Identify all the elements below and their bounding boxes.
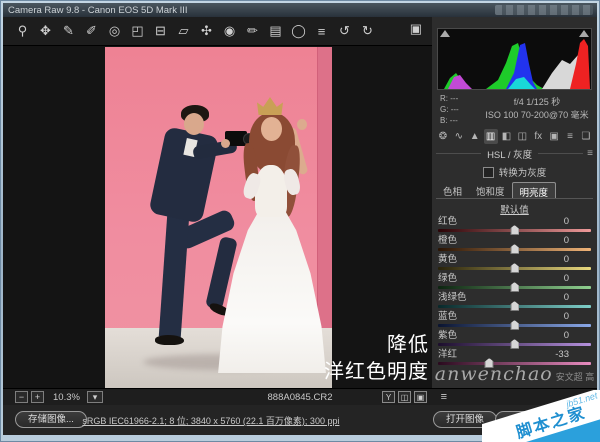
exif-readout: R: --- G: --- B: --- f/4 1/125 秒 ISO 100… (437, 93, 592, 127)
snapshots-panel-icon[interactable]: ❏ (579, 129, 593, 144)
tab-luminance[interactable]: 明亮度 (511, 182, 557, 199)
panel-title: HSL / 灰度 (487, 149, 533, 161)
detail-panel-icon[interactable]: ▲ (468, 129, 482, 144)
targeted-adjustment-tool-icon[interactable]: ◎ (103, 21, 126, 41)
groom-shoe (155, 335, 184, 345)
hsl-tabs: 色相 饱和度 明亮度 (436, 182, 593, 199)
bride-crown (257, 97, 283, 115)
groom-head (184, 113, 204, 135)
camera-calibration-panel-icon[interactable]: ▣ (547, 129, 561, 144)
bride-gown (218, 207, 326, 373)
shadow-clipping-icon[interactable] (440, 30, 450, 37)
hand-tool-icon[interactable]: ✥ (34, 21, 57, 41)
effects-panel-icon[interactable]: fx (531, 129, 545, 144)
before-after-toggle-icon[interactable]: Y (382, 391, 395, 403)
tone-curve-panel-icon[interactable]: ∿ (452, 129, 466, 144)
highlight-clipping-icon[interactable] (579, 30, 589, 37)
red-eye-tool-icon[interactable]: ◉ (218, 21, 241, 41)
slider-track[interactable] (438, 282, 591, 292)
site-watermark: jb51.net 脚本之家 (482, 390, 600, 442)
copy-settings-icon[interactable]: ▣ (414, 391, 427, 403)
white-balance-tool-icon[interactable]: ✎ (57, 21, 80, 41)
exposure-info: f/4 1/125 秒 ISO 100 70-200@70 毫米 (485, 97, 589, 120)
tab-hue[interactable]: 色相 (436, 182, 469, 198)
tutorial-caption-line1: 降低 (387, 334, 429, 356)
slider-aqua: 浅绿色 0 (438, 292, 591, 311)
swap-before-after-icon[interactable]: ◫ (398, 391, 411, 403)
slider-track[interactable] (438, 225, 591, 235)
straighten-tool-icon[interactable]: ⊟ (149, 21, 172, 41)
panel-header: HSL / 灰度 ≡ (436, 147, 593, 161)
camera-raw-window: Camera Raw 9.8 - Canon EOS 5D Mark III ⚲… (3, 3, 597, 435)
preferences-button-icon[interactable]: ≡ (310, 21, 333, 41)
graduated-filter-tool-icon[interactable]: ▤ (264, 21, 287, 41)
toolbar: ⚲ ✥ ✎ ✐ ◎ ◰ ⊟ ▱ ✣ ◉ ✏ ▤ ◯ ≡ ↺ ↻ (3, 17, 432, 46)
slider-blue: 蓝色 0 (438, 311, 591, 330)
tutorial-caption-line2: 洋红色明度 (324, 361, 429, 383)
slider-green: 绿色 0 (438, 273, 591, 292)
image-preview[interactable] (105, 47, 332, 388)
lens-corrections-panel-icon[interactable]: ◫ (515, 129, 529, 144)
transform-tool-icon[interactable]: ▱ (172, 21, 195, 41)
window-title: Camera Raw 9.8 - Canon EOS 5D Mark III (8, 4, 188, 16)
bride-hand (297, 119, 307, 130)
spot-removal-tool-icon[interactable]: ✣ (195, 21, 218, 41)
slider-track[interactable] (438, 301, 591, 311)
luminance-sliders: 红色 0 橙色 0 黄色 0 绿色 0 浅绿色 0 蓝色 0 紫色 0 洋红 -… (438, 216, 591, 368)
preview-toggles: Y ◫ ▣ (379, 391, 427, 403)
tab-saturation[interactable]: 饱和度 (469, 182, 512, 198)
radial-filter-tool-icon[interactable]: ◯ (287, 21, 310, 41)
convert-grayscale-label: 转换为灰度 (498, 168, 547, 179)
crop-tool-icon[interactable]: ◰ (126, 21, 149, 41)
convert-grayscale-row: 转换为灰度 (432, 165, 597, 179)
panel-menu-icon[interactable]: ≡ (587, 148, 593, 159)
adjustment-brush-tool-icon[interactable]: ✏ (241, 21, 264, 41)
groom-suit (148, 126, 220, 224)
color-sampler-tool-icon[interactable]: ✐ (80, 21, 103, 41)
default-values-link[interactable]: 默认值 (432, 202, 597, 216)
slider-yellow: 黄色 0 (438, 254, 591, 273)
tutorial-caption: 降低 洋红色明度 (321, 332, 429, 386)
split-toning-panel-icon[interactable]: ◧ (500, 129, 514, 144)
convert-grayscale-checkbox[interactable] (482, 166, 494, 178)
rotate-left-button-icon[interactable]: ↺ (333, 21, 356, 41)
author-watermark-script: anwenchao (434, 363, 553, 385)
zoom-tool-icon[interactable]: ⚲ (11, 21, 34, 41)
slider-orange: 橙色 0 (438, 235, 591, 254)
slider-track[interactable] (438, 244, 591, 254)
rotate-right-button-icon[interactable]: ↻ (356, 21, 379, 41)
backdrop-edge (317, 47, 332, 329)
adjustments-panel: R: --- G: --- B: --- f/4 1/125 秒 ISO 100… (432, 17, 597, 407)
slider-track[interactable] (438, 339, 591, 349)
hsl-grayscale-panel-icon[interactable]: ▥ (483, 129, 498, 144)
basic-panel-icon[interactable]: ❂ (436, 129, 450, 144)
groom-leg (158, 214, 190, 338)
title-bar: Camera Raw 9.8 - Canon EOS 5D Mark III (3, 3, 597, 17)
histogram (437, 28, 592, 90)
preview-area: 降低 洋红色明度 (3, 46, 432, 388)
groom-hand (221, 139, 230, 148)
slider-red: 红色 0 (438, 216, 591, 235)
slider-purple: 紫色 0 (438, 330, 591, 349)
panel-tab-icons: ❂ ∿ ▲ ▥ ◧ ◫ fx ▣ ≡ ❏ (436, 129, 593, 145)
bride-bodice (255, 165, 287, 217)
bride-head (261, 117, 282, 141)
presets-panel-icon[interactable]: ≡ (563, 129, 577, 144)
slider-track[interactable] (438, 263, 591, 273)
titlebar-watermark (495, 5, 593, 15)
rgb-readout: R: --- G: --- B: --- (440, 94, 459, 125)
histogram-graph (444, 39, 590, 89)
workflow-options-link[interactable]: sRGB IEC61966-2.1; 8 位; 3840 x 5760 (22.… (3, 414, 419, 427)
preview-menu-icon[interactable]: ≡ (441, 391, 447, 403)
toggle-fullscreen-icon[interactable]: ▣ (410, 21, 422, 37)
slider-track[interactable] (438, 320, 591, 330)
